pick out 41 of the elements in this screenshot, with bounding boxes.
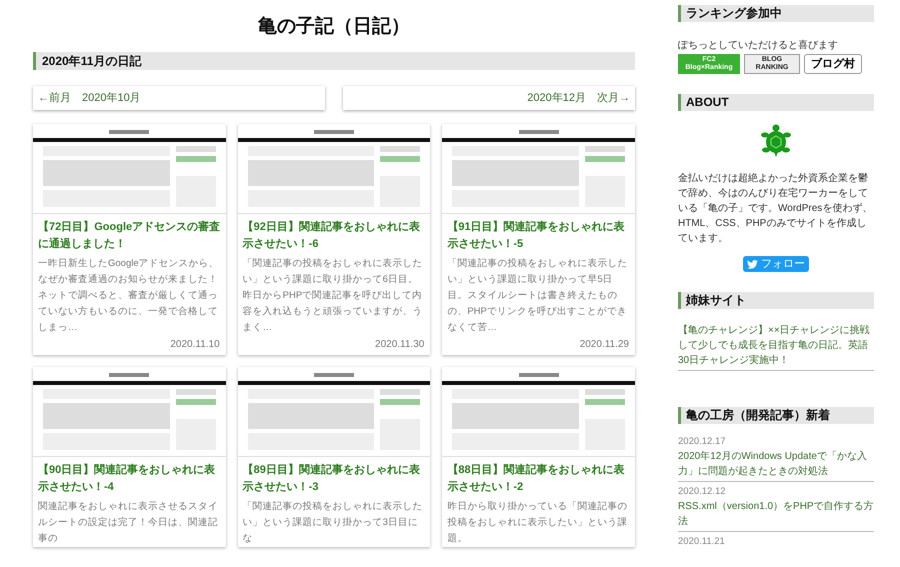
page-screenshot-thumbnail[interactable] [442, 124, 635, 214]
article-title-link[interactable]: 【88日目】関連記事をおしゃれに表示させたい！-2 [447, 462, 630, 496]
follow-button[interactable]: フォロー [743, 256, 809, 272]
post-date: 2020.11.30 [375, 338, 424, 352]
sidebar-heading: ABOUT [678, 94, 874, 111]
sidebar-heading: 姉妹サイト [678, 292, 874, 309]
page-screenshot-thumbnail[interactable] [442, 367, 635, 457]
previous-month-link[interactable]: ←前月 2020年10月 [33, 86, 325, 110]
ranking-banner[interactable]: ブログ村 [804, 54, 862, 74]
section-heading: 2020年11月の日記 [33, 52, 635, 70]
article-excerpt: 「関連記事の投稿をおしゃれに表示したい」という課題に取り掛かって早5日目。スタイルシートは書き終えたものの、PHPでリンクを呼び出すことができなくて苦… [447, 257, 628, 335]
article-title-link[interactable]: 【90日目】関連記事をおしゃれに表示させたい！-4 [38, 462, 221, 496]
post-date: 2020.12.12 [678, 485, 727, 498]
sister-site-link[interactable]: 【亀のチャレンジ】××日チャレンジに挑戦して少しでも成長を目指す亀の日記。英語30日チャレンジ実施中！ [678, 323, 874, 371]
article-excerpt: 「関連記事の投稿をおしゃれに表示したい」という課題に取り掛かって3日目にな [242, 500, 424, 546]
post-date: 2020.11.10 [170, 338, 220, 352]
sidebar-heading: 亀の工房（開発記事）新着 [678, 407, 874, 424]
page-screenshot-thumbnail[interactable] [238, 124, 430, 214]
ranking-note: ぽちっとしていただけると喜びます [678, 38, 839, 53]
article-excerpt: 関連記事をおしゃれに表示させるスタイルシートの設定は完了！今日は、関連記事の [38, 500, 219, 546]
article-title-link[interactable]: 【91日目】関連記事をおしゃれに表示させたい！-5 [447, 219, 630, 253]
article-excerpt: 「関連記事の投稿をおしゃれに表示したい」という課題に取り掛かって6日目。昨日からPHPで関連記事を呼び出して内容を入れ込もうと頑張っていますが、うまく… [242, 257, 424, 335]
next-month-link[interactable]: 2020年12月 次月→ [343, 86, 635, 110]
article-title-link[interactable]: 【72日目】Googleアドセンスの審査に通過しました！ [38, 219, 221, 253]
article-title-link[interactable]: 【89日目】関連記事をおしゃれに表示させたい！-3 [242, 462, 426, 496]
page-screenshot-thumbnail[interactable] [33, 124, 226, 214]
page-screenshot-thumbnail[interactable] [238, 367, 430, 457]
bird-icon [747, 260, 758, 268]
page-screenshot-thumbnail[interactable] [33, 367, 226, 457]
post-date: 2020.11.21 [678, 535, 726, 548]
sidebar-heading: ランキング参加中 [678, 5, 874, 22]
article-title-link[interactable]: 【92日目】関連記事をおしゃれに表示させたい！-6 [242, 219, 426, 253]
turtle-icon [759, 123, 793, 157]
article-excerpt: 昨日から取り掛かっている「関連記事の投稿をおしゃれに表示したい」という課題。 [447, 500, 628, 546]
post-title-link[interactable]: 2020年12月のWindows Updateで「かな入力」に問題が起きたときの対処法 [678, 449, 874, 479]
article-excerpt: 一昨日新生したGoogleアドセンスから、なぜか審査通過のお知らせが来ました！ネットで調べると、審査が厳しくて通っていない方もいるのに、一発で合格してしまっ… [38, 257, 220, 335]
post-date: 2020.12.17 [678, 435, 727, 448]
page-title: 亀の子記（日記） [256, 14, 411, 39]
post-title-link[interactable]: RSS.xml（version1.0）をPHPで自作する方法 [678, 499, 874, 529]
about-text: 金払いだけは超絶よかった外資系企業を鬱で辞め、今はのんびり在宅ワーカーをしている「亀の子」です。WordPresを使わず、HTML、CSS、PHPのみでサイトを作成しています。 [678, 172, 874, 246]
post-date: 2020.11.29 [580, 338, 629, 352]
